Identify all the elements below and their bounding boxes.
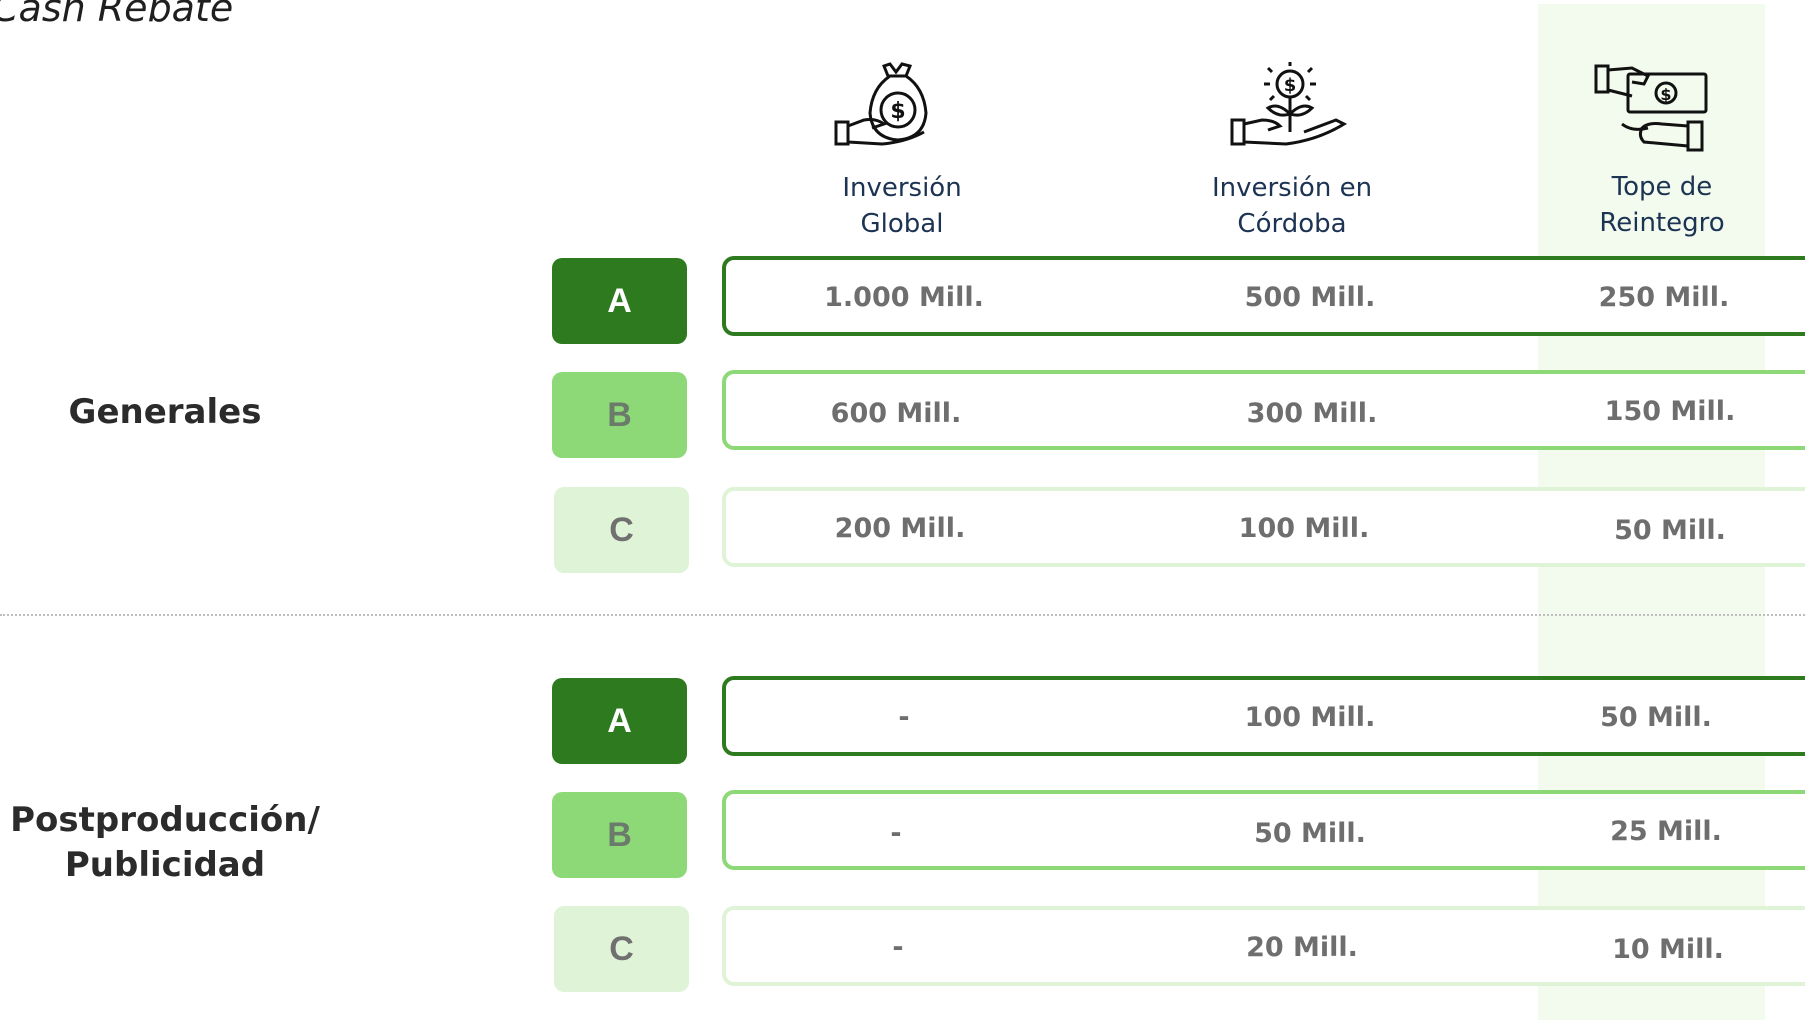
category-badge-a: A — [552, 258, 687, 344]
table-row: 200 Mill. 100 Mill. 50 Mill. — [722, 487, 1805, 567]
svg-text:$: $ — [1660, 85, 1671, 104]
cell-inversion-cordoba: 100 Mill. — [1244, 702, 1376, 733]
cell-inversion-cordoba: 500 Mill. — [1244, 282, 1376, 313]
cell-inversion-cordoba: 100 Mill. — [1238, 513, 1370, 544]
cell-tope-reintegro: 25 Mill. — [1610, 816, 1722, 847]
section-divider — [0, 614, 1805, 616]
group-label-generales: Generales — [68, 392, 262, 432]
cell-tope-reintegro: 50 Mill. — [1600, 702, 1712, 733]
category-badge-b: B — [552, 792, 687, 878]
category-badge-a: A — [552, 678, 687, 764]
group-label-line1: Postproducción/ — [10, 800, 320, 840]
cell-inversion-global: - — [898, 702, 910, 733]
cell-tope-reintegro: 10 Mill. — [1612, 934, 1724, 965]
column-header-line1: Inversión en — [1211, 173, 1373, 203]
money-bag-in-hand-icon: $ — [834, 62, 928, 146]
column-header-inversion-cordoba: Inversión en Córdoba — [1162, 170, 1422, 242]
plant-growing-coin-in-hand-icon: $ — [1230, 62, 1348, 146]
column-header-tope-reintegro: Tope de Reintegro — [1532, 169, 1792, 241]
table-row: 1.000 Mill. 500 Mill. 250 Mill. — [722, 256, 1805, 336]
cell-inversion-global: 1.000 Mill. — [824, 282, 984, 313]
column-header-inversion-global: Inversión Global — [772, 170, 1032, 242]
cell-inversion-global: 600 Mill. — [830, 398, 962, 429]
category-badge-b: B — [552, 372, 687, 458]
column-header-line1: Tope de — [1611, 172, 1713, 202]
column-header-line2: Global — [860, 209, 944, 239]
column-header-line2: Córdoba — [1237, 209, 1347, 239]
svg-text:$: $ — [1284, 75, 1297, 96]
cell-inversion-cordoba: 50 Mill. — [1254, 818, 1366, 849]
cell-tope-reintegro: 250 Mill. — [1598, 282, 1730, 313]
svg-text:$: $ — [890, 99, 905, 124]
column-header-line2: Reintegro — [1599, 208, 1725, 238]
table-row: - 20 Mill. 10 Mill. — [722, 906, 1805, 986]
cash-to-hand-icon: $ — [1594, 64, 1708, 152]
cell-inversion-cordoba: 300 Mill. — [1246, 398, 1378, 429]
table-row: 600 Mill. 300 Mill. 150 Mill. — [722, 370, 1805, 450]
category-badge-c: C — [554, 906, 689, 992]
cell-inversion-global: 200 Mill. — [834, 513, 966, 544]
page-title: Cash Rebate — [0, 0, 234, 30]
cell-tope-reintegro: 150 Mill. — [1604, 396, 1736, 427]
cell-inversion-cordoba: 20 Mill. — [1246, 932, 1358, 963]
group-label-postproduccion-publicidad: Postproducción/ Publicidad — [0, 798, 330, 888]
cell-tope-reintegro: 50 Mill. — [1614, 515, 1726, 546]
category-badge-c: C — [554, 487, 689, 573]
cell-inversion-global: - — [890, 818, 902, 849]
table-row: - 100 Mill. 50 Mill. — [722, 676, 1805, 756]
cell-inversion-global: - — [892, 932, 904, 963]
group-label-line2: Publicidad — [64, 845, 266, 885]
column-header-line1: Inversión — [842, 173, 962, 203]
table-row: - 50 Mill. 25 Mill. — [722, 790, 1805, 870]
